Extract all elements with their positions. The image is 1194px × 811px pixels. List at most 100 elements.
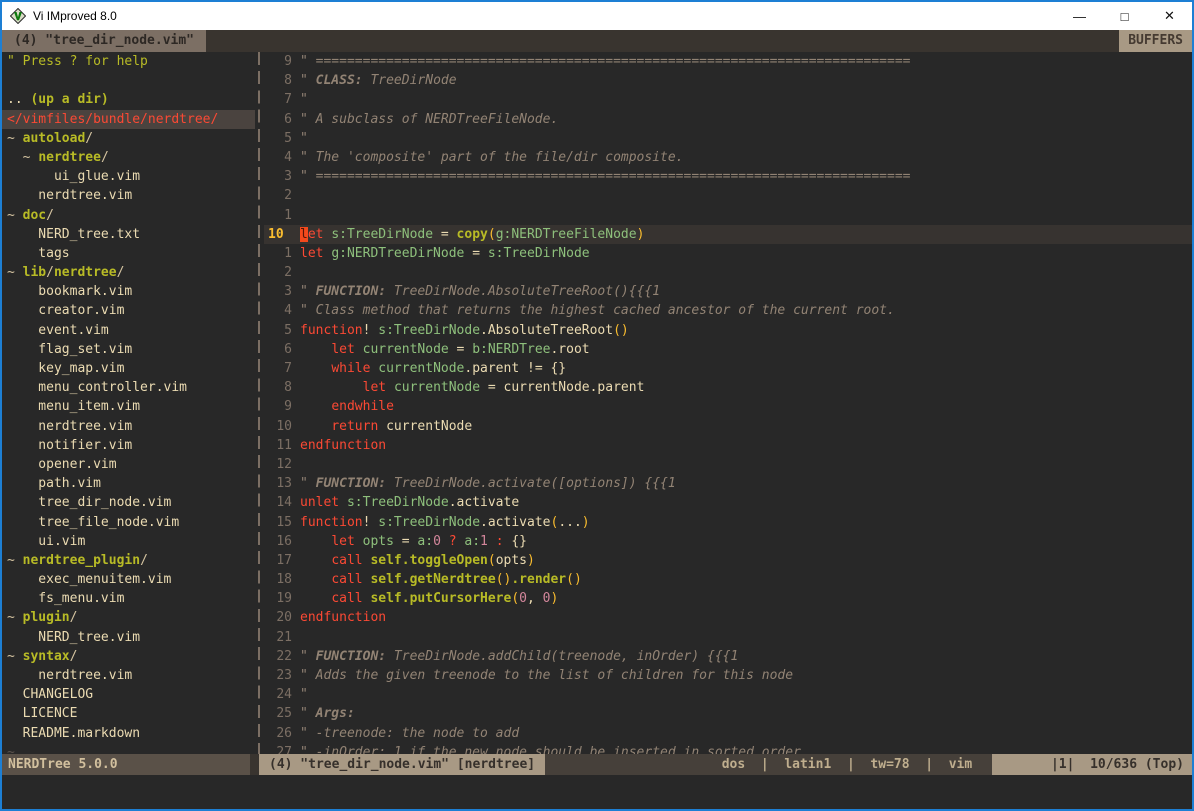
tree-item[interactable]: tree_dir_node.vim [7,493,255,512]
code-line[interactable]: 3" =====================================… [264,167,1192,186]
code-line[interactable]: 10 return currentNode [264,417,1192,436]
code-line[interactable]: 18 call self.getNerdtree().render() [264,570,1192,589]
tree-item[interactable]: ui_glue.vim [7,167,255,186]
code-text: endfunction [300,436,1192,455]
code-line[interactable]: 3" FUNCTION: TreeDirNode.AbsoluteTreeRoo… [264,282,1192,301]
command-line[interactable] [2,775,1192,809]
code-line[interactable]: 11endfunction [264,436,1192,455]
tree-item[interactable]: flag_set.vim [7,340,255,359]
tree-item[interactable]: fs_menu.vim [7,589,255,608]
tree-item[interactable]: ~ doc/ [7,206,255,225]
tree-item[interactable]: notifier.vim [7,436,255,455]
tree-item[interactable]: ~ lib/nerdtree/ [7,263,255,282]
code-line[interactable]: 7 while currentNode.parent != {} [264,359,1192,378]
syntax-segment-c: TreeDirNode.AbsoluteTreeRoot(){{{1 [386,284,660,299]
tree-item[interactable]: event.vim [7,321,255,340]
tree-item[interactable]: nerdtree.vim [7,186,255,205]
code-line[interactable]: 4" The 'composite' part of the file/dir … [264,148,1192,167]
code-line[interactable]: 2 [264,186,1192,205]
tree-item[interactable]: .. (up a dir) [7,90,255,109]
close-button[interactable]: ✕ [1147,2,1192,30]
tree-item[interactable] [7,71,255,90]
minimize-button[interactable]: — [1057,2,1102,30]
tree-item[interactable]: ~ plugin/ [7,608,255,627]
code-line[interactable]: 13" FUNCTION: TreeDirNode.activate([opti… [264,474,1192,493]
code-line[interactable]: 5function! s:TreeDirNode.AbsoluteTreeRoo… [264,321,1192,340]
tree-item[interactable]: ~ autoload/ [7,129,255,148]
syntax-segment-tf: tree_file_node.vim [7,515,179,530]
tree-item[interactable]: ui.vim [7,532,255,551]
code-line[interactable]: 5" [264,129,1192,148]
syntax-segment-f: copy [457,227,488,242]
window-split-separator[interactable] [255,52,264,754]
syntax-segment-td: lib [23,265,46,280]
tree-item[interactable]: nerdtree.vim [7,417,255,436]
tree-item[interactable]: " Press ? for help [7,52,255,71]
position-status-segment: |1| 10/636 (Top) [992,754,1192,775]
tree-item[interactable]: exec_menuitem.vim [7,570,255,589]
code-line[interactable]: 12 [264,455,1192,474]
maximize-button[interactable]: □ [1102,2,1147,30]
line-number: 9 [264,52,300,71]
syntax-segment-i: a: [464,534,480,549]
syntax-segment-t [300,553,331,568]
tree-item[interactable]: NERD_tree.txt [7,225,255,244]
tree-item[interactable]: bookmark.vim [7,282,255,301]
tree-item[interactable]: ~ [7,743,255,754]
editor-pane[interactable]: 9" =====================================… [264,52,1192,754]
code-line[interactable]: 7" [264,90,1192,109]
code-line[interactable]: 21 [264,628,1192,647]
tree-item[interactable]: ~ nerdtree_plugin/ [7,551,255,570]
syntax-segment-tp: / [70,610,78,625]
tree-item[interactable]: NERD_tree.vim [7,628,255,647]
code-line[interactable]: 27" -inOrder: 1 if the new node should b… [264,743,1192,754]
code-line[interactable]: 16 let opts = a:0 ? a:1 : {} [264,532,1192,551]
code-line[interactable]: 26" -treenode: the node to add [264,724,1192,743]
code-line[interactable]: 8" CLASS: TreeDirNode [264,71,1192,90]
line-number: 23 [264,666,300,685]
tree-item[interactable]: CHANGELOG [7,685,255,704]
syntax-segment-d: () [566,572,582,587]
code-line[interactable]: 1let g:NERDTreeDirNode = s:TreeDirNode [264,244,1192,263]
code-line[interactable]: 1 [264,206,1192,225]
tree-item[interactable]: LICENCE [7,704,255,723]
tree-item[interactable]: ~ nerdtree/ [7,148,255,167]
tab-current[interactable]: (4) "tree_dir_node.vim" [2,30,206,52]
code-line[interactable]: 9 endwhile [264,397,1192,416]
nerdtree-panel[interactable]: " Press ? for help .. (up a dir)</vimfile… [2,52,255,754]
code-line[interactable]: 22" FUNCTION: TreeDirNode.addChild(treen… [264,647,1192,666]
code-line[interactable]: 24" [264,685,1192,704]
code-line-current[interactable]: 10let s:TreeDirNode = copy(g:NERDTreeFil… [264,225,1192,244]
tree-item[interactable]: creator.vim [7,301,255,320]
tree-item[interactable]: path.vim [7,474,255,493]
tabline: (4) "tree_dir_node.vim" BUFFERS [2,30,1192,52]
tree-item[interactable]: nerdtree.vim [7,666,255,685]
code-line[interactable]: 15function! s:TreeDirNode.activate(...) [264,513,1192,532]
tree-item[interactable]: README.markdown [7,724,255,743]
code-line[interactable]: 4" Class method that returns the highest… [264,301,1192,320]
tree-item[interactable]: key_map.vim [7,359,255,378]
tree-root-item[interactable]: </vimfiles/bundle/nerdtree/ [2,110,255,129]
code-line[interactable]: 6" A subclass of NERDTreeFileNode. [264,110,1192,129]
code-line[interactable]: 8 let currentNode = currentNode.parent [264,378,1192,397]
code-line[interactable]: 23" Adds the given treenode to the list … [264,666,1192,685]
tree-item[interactable]: tags [7,244,255,263]
code-line[interactable]: 25" Args: [264,704,1192,723]
tree-item[interactable]: opener.vim [7,455,255,474]
tree-item[interactable]: menu_controller.vim [7,378,255,397]
code-line[interactable]: 14unlet s:TreeDirNode.activate [264,493,1192,512]
tree-item[interactable]: menu_item.vim [7,397,255,416]
code-line[interactable]: 2 [264,263,1192,282]
syntax-segment-td: nerdtree_plugin [23,553,140,568]
code-line[interactable]: 19 call self.putCursorHere(0, 0) [264,589,1192,608]
code-line[interactable]: 17 call self.toggleOpen(opts) [264,551,1192,570]
code-line[interactable]: 20endfunction [264,608,1192,627]
line-number: 27 [264,743,300,754]
tree-item[interactable]: ~ syntax/ [7,647,255,666]
tree-item[interactable]: tree_file_node.vim [7,513,255,532]
code-line[interactable]: 9" =====================================… [264,52,1192,71]
line-number: 1 [264,206,300,225]
code-line[interactable]: 6 let currentNode = b:NERDTree.root [264,340,1192,359]
syntax-segment-i: s:TreeDirNode [378,515,480,530]
syntax-segment-k: et [308,227,324,242]
